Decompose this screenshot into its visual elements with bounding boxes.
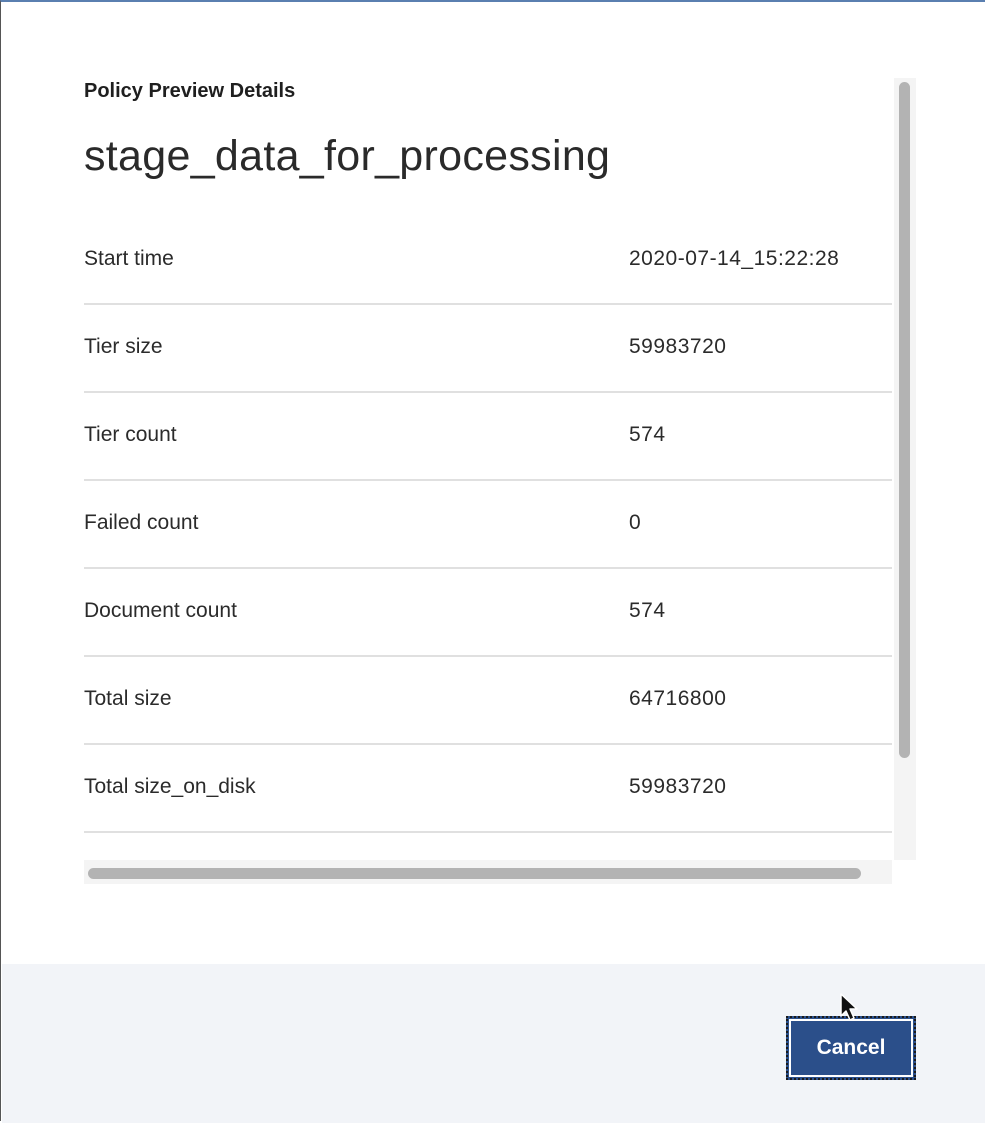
row-value: 59983720 <box>629 775 727 798</box>
cancel-button[interactable]: Cancel <box>786 1016 916 1080</box>
policy-preview-modal: Policy Preview Details stage_data_for_pr… <box>0 0 985 1123</box>
row-label: Tier count <box>84 423 177 446</box>
row-value: 0 <box>629 511 642 534</box>
details-table: Start time 2020-07-14_15:22:28 Tier size… <box>84 217 892 860</box>
table-row: Tier size 59983720 <box>84 305 892 393</box>
row-label: Tier size <box>84 335 163 358</box>
row-value: 2020-07-14_15:22:28 <box>629 247 840 270</box>
row-label: Total size_on_disk <box>84 775 256 798</box>
row-label: Start time <box>84 247 174 270</box>
row-value: 574 <box>629 599 666 622</box>
row-value: 59983720 <box>629 335 727 358</box>
table-row: Start time 2020-07-14_15:22:28 <box>84 217 892 305</box>
row-label: Document count <box>84 599 237 622</box>
row-label: Failed count <box>84 511 199 534</box>
modal-eyebrow-label: Policy Preview Details <box>84 80 296 102</box>
table-row: Tier count 574 <box>84 393 892 481</box>
table-row: Total size_on_disk 59983720 <box>84 745 892 833</box>
table-row <box>84 833 892 860</box>
table-row: Failed count 0 <box>84 481 892 569</box>
row-label: Total size <box>84 687 172 710</box>
row-value: 574 <box>629 423 666 446</box>
table-row: Document count 574 <box>84 569 892 657</box>
table-row: Total size 64716800 <box>84 657 892 745</box>
horizontal-scrollbar-thumb[interactable] <box>88 868 861 879</box>
modal-title: stage_data_for_processing <box>84 132 611 180</box>
mouse-pointer-icon <box>840 993 858 1021</box>
vertical-scrollbar-thumb[interactable] <box>899 82 910 758</box>
row-value: 64716800 <box>629 687 727 710</box>
